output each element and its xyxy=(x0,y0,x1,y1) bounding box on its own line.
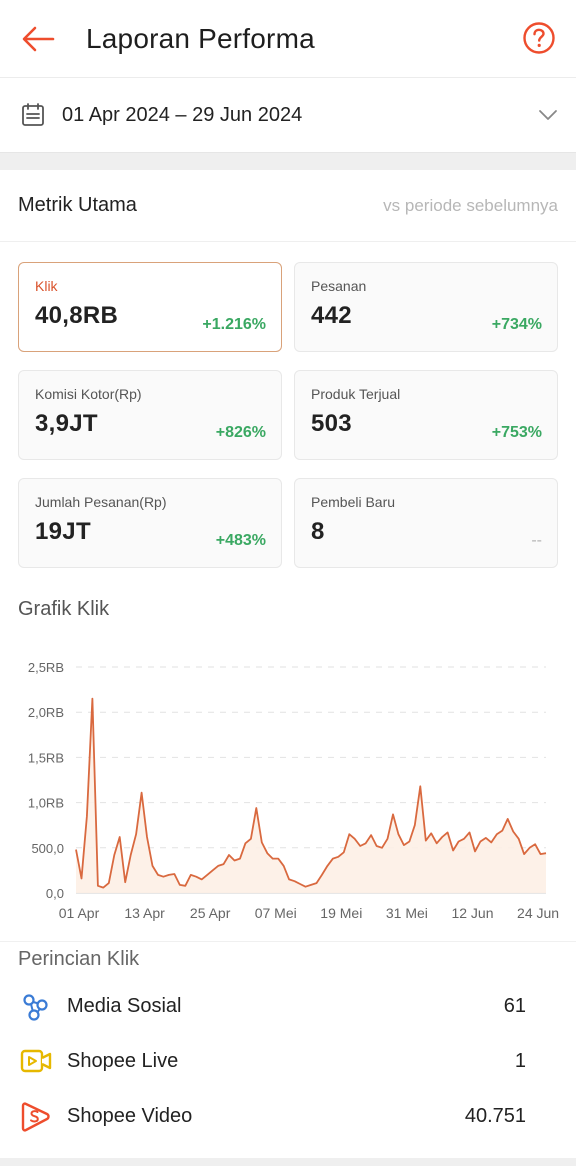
metric-card-komisi-kotor[interactable]: Komisi Kotor(Rp) 3,9JT +826% xyxy=(18,370,282,460)
x-tick-label: 19 Mei xyxy=(320,905,362,921)
metric-change: +483% xyxy=(215,532,266,549)
breakdown-value: 61 xyxy=(503,995,526,1017)
breakdown-item-shopee-video[interactable]: Shopee Video 40.751 xyxy=(0,1089,576,1144)
clicks-chart-svg: 0,0 500,0 1,0RB 1,5RB 2,0RB 2,5RB 01 Apr 13 Apr… xyxy=(28,660,559,921)
y-tick-label: 2,5RB xyxy=(28,660,64,675)
metric-label: Pembeli Baru xyxy=(311,494,396,510)
metric-card-pesanan[interactable]: Pesanan 442 +734% xyxy=(294,262,558,352)
breakdown-item-media-sosial[interactable]: Media Sosial 61 xyxy=(0,979,576,1034)
app-header: Laporan Performa xyxy=(0,0,576,78)
page-title: Laporan Performa xyxy=(86,22,315,54)
metric-card-jumlah-pesanan[interactable]: Jumlah Pesanan(Rp) 19JT +483% xyxy=(18,478,282,568)
chevron-down-icon xyxy=(539,110,557,120)
shopee-video-icon xyxy=(20,1101,52,1133)
x-tick-label: 07 Mei xyxy=(255,905,297,921)
help-circle-icon xyxy=(523,22,555,54)
breakdown-value: 1 xyxy=(514,1050,526,1072)
breakdown-label: Shopee Video xyxy=(67,1105,193,1127)
section-divider xyxy=(0,152,576,170)
metric-label: Pesanan xyxy=(311,278,367,294)
x-tick-label: 13 Apr xyxy=(124,905,165,921)
x-tick-label: 24 Jun xyxy=(517,905,559,921)
metrics-header: Metrik Utama vs periode sebelumnya xyxy=(0,170,576,242)
metric-card-produk-terjual[interactable]: Produk Terjual 503 +753% xyxy=(294,370,558,460)
metric-label: Produk Terjual xyxy=(311,386,401,402)
breakdown-value: 40.751 xyxy=(464,1105,526,1127)
breakdown-label: Media Sosial xyxy=(67,995,182,1017)
calendar-icon xyxy=(22,103,44,126)
clicks-chart: 0,0 500,0 1,0RB 1,5RB 2,0RB 2,5RB 01 Apr 13 Apr… xyxy=(0,621,576,941)
back-button[interactable] xyxy=(20,21,56,57)
x-tick-label: 01 Apr xyxy=(59,905,100,921)
y-tick-label: 0,0 xyxy=(46,886,64,901)
metric-label: Klik xyxy=(35,278,58,294)
metric-card-klik[interactable]: Klik 40,8RB +1.216% xyxy=(18,262,282,352)
metric-card-pembeli-baru[interactable]: Pembeli Baru 8 -- xyxy=(294,478,558,568)
click-breakdown: Perincian Klik Media Sosial 61 Shopee Li… xyxy=(0,941,576,1144)
compare-period-label: vs periode sebelumnya xyxy=(383,195,558,215)
share-nodes-icon xyxy=(20,991,52,1023)
y-tick-label: 1,5RB xyxy=(28,750,64,765)
breakdown-title: Perincian Klik xyxy=(18,948,140,970)
series-area xyxy=(76,698,546,893)
bottom-divider xyxy=(0,1158,576,1166)
chart-title: Grafik Klik xyxy=(18,598,110,620)
y-tick-label: 1,0RB xyxy=(28,796,64,811)
metric-change: -- xyxy=(531,532,542,549)
metric-label: Komisi Kotor(Rp) xyxy=(35,386,142,402)
y-tick-label: 500,0 xyxy=(31,841,64,856)
metric-change: +753% xyxy=(491,424,542,441)
live-video-icon xyxy=(20,1046,52,1078)
metrics-title: Metrik Utama xyxy=(18,194,137,216)
breakdown-label: Shopee Live xyxy=(67,1050,179,1072)
metric-change: +1.216% xyxy=(202,316,266,333)
metric-label: Jumlah Pesanan(Rp) xyxy=(35,494,167,510)
breakdown-item-shopee-live[interactable]: Shopee Live 1 xyxy=(0,1034,576,1089)
y-tick-label: 2,0RB xyxy=(28,705,64,720)
x-tick-label: 31 Mei xyxy=(386,905,428,921)
x-tick-label: 25 Apr xyxy=(190,905,231,921)
help-button[interactable] xyxy=(522,21,556,55)
x-tick-label: 12 Jun xyxy=(451,905,493,921)
arrow-left-icon xyxy=(22,26,55,51)
date-range-selector[interactable]: 01 Apr 2024 – 29 Jun 2024 xyxy=(0,78,576,152)
metrics-grid: Klik 40,8RB +1.216% Pesanan 442 +734% Ko… xyxy=(0,242,576,568)
metric-change: +734% xyxy=(491,316,542,333)
metric-change: +826% xyxy=(215,424,266,441)
metric-value: 8 xyxy=(311,518,325,545)
date-range-text: 01 Apr 2024 – 29 Jun 2024 xyxy=(62,103,303,126)
